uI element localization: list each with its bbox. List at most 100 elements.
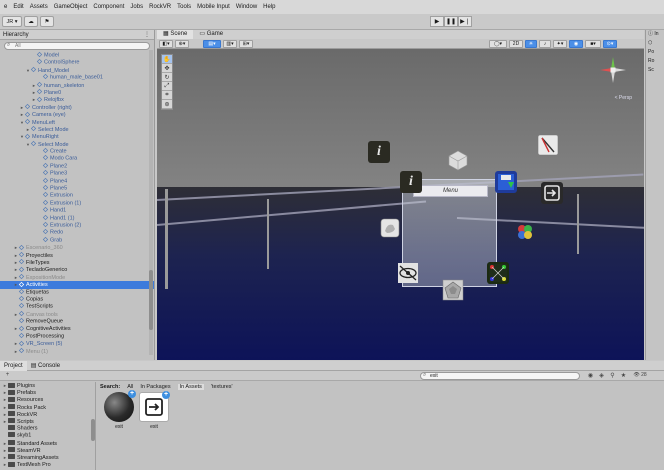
expand-arrow-icon[interactable]: ▼: [26, 141, 31, 148]
hierarchy-item[interactable]: RemoveQueue: [0, 317, 154, 325]
expand-arrow-icon[interactable]: ►: [14, 340, 19, 347]
account-button[interactable]: JR ▾: [2, 16, 22, 27]
snap-button[interactable]: ⊞▾: [239, 40, 253, 48]
exit-icon[interactable]: [541, 182, 563, 204]
menu-item-edit[interactable]: Edit: [13, 4, 23, 10]
hierarchy-item[interactable]: ► CognitiveActivities: [0, 325, 154, 332]
expand-arrow-icon[interactable]: ►: [14, 266, 19, 273]
hierarchy-item[interactable]: Redo: [0, 229, 154, 236]
draw-mode-button[interactable]: ⊕▾: [175, 40, 189, 48]
hierarchy-item[interactable]: Hand1 (1): [0, 214, 154, 222]
cube-icon[interactable]: [447, 149, 469, 171]
project-search-input[interactable]: exit: [420, 372, 580, 380]
menu-item-help[interactable]: Help: [263, 4, 275, 10]
orientation-gizmo-icon[interactable]: [598, 55, 628, 85]
folder-item[interactable]: ► RockVR: [0, 411, 95, 418]
hierarchy-item[interactable]: TestScripts: [0, 303, 154, 310]
inspector-title[interactable]: ⓘ In: [646, 30, 664, 39]
expand-arrow-icon[interactable]: ►: [20, 104, 25, 111]
folder-scrollbar[interactable]: [91, 419, 95, 441]
hierarchy-item[interactable]: human_male_base01: [0, 74, 154, 81]
filter-icon[interactable]: ⚲: [608, 372, 617, 380]
hierarchy-item[interactable]: Plane4: [0, 177, 154, 185]
audio-icon[interactable]: ♪: [539, 40, 551, 48]
play-icon[interactable]: ▶: [430, 16, 444, 27]
expand-arrow-icon[interactable]: ►: [14, 311, 19, 318]
info-icon[interactable]: i: [400, 171, 422, 193]
scale-tool-icon[interactable]: ⤢: [162, 82, 172, 91]
effects-button[interactable]: ✦▾: [553, 40, 567, 48]
perspective-label[interactable]: < Persp: [615, 95, 632, 101]
collab-icon[interactable]: ⚑: [40, 16, 54, 27]
folder-item[interactable]: ► Resources: [0, 396, 95, 403]
tab-game[interactable]: ▭ Game: [193, 30, 229, 39]
hierarchy-item[interactable]: ▼ Hand_Model: [0, 67, 154, 74]
folder-item[interactable]: ► StreamingAssets: [0, 454, 95, 461]
hierarchy-item[interactable]: Plane5: [0, 184, 154, 192]
folder-item[interactable]: ► Prefabs: [0, 389, 95, 396]
hierarchy-item[interactable]: ▼ MenuRight: [0, 133, 154, 140]
hierarchy-item[interactable]: ► human_skeleton: [0, 81, 154, 89]
menu-item-rockvr[interactable]: RockVR: [149, 4, 171, 10]
hierarchy-item[interactable]: ► Proyectiles: [0, 251, 154, 259]
hierarchy-item[interactable]: Plane2: [0, 162, 154, 170]
hierarchy-item[interactable]: ▼ Select Mode: [0, 141, 154, 148]
tab-scene[interactable]: ▦ Scene: [157, 30, 194, 39]
info-icon[interactable]: i: [368, 141, 390, 163]
move-tool-icon[interactable]: ✥: [162, 64, 172, 73]
asset-item[interactable]: + exit: [102, 390, 136, 430]
menu-item-component[interactable]: Component: [93, 4, 124, 10]
folder-item[interactable]: ► SteamVR: [0, 447, 95, 454]
global-button[interactable]: ▥▾: [223, 40, 237, 48]
drawing-compass-icon[interactable]: [537, 134, 559, 156]
hierarchy-item[interactable]: ControlSphere: [0, 59, 154, 66]
search-by-label-icon[interactable]: ◈: [597, 372, 606, 380]
hierarchy-item[interactable]: ▼ MenuLeft: [0, 118, 154, 126]
panel-menu-icon[interactable]: ⋮: [144, 31, 150, 38]
expand-arrow-icon[interactable]: ►: [14, 259, 19, 266]
expand-arrow-icon[interactable]: ►: [32, 96, 37, 103]
hierarchy-item[interactable]: Create: [0, 147, 154, 155]
hierarchy-item[interactable]: Etiquetas: [0, 288, 154, 296]
pause-icon[interactable]: ❚❚: [444, 16, 458, 27]
create-icon[interactable]: +: [3, 372, 12, 380]
hierarchy-item[interactable]: Model: [0, 51, 154, 59]
gizmo-sphere-button[interactable]: ◯▾: [489, 40, 507, 48]
expand-arrow-icon[interactable]: ▼: [20, 119, 25, 126]
menu-item-mobile-input[interactable]: Mobile Input: [197, 4, 230, 10]
color-palette-icon[interactable]: [514, 221, 536, 243]
rect-tool-icon[interactable]: ⌗: [162, 91, 172, 100]
save-icon[interactable]: [495, 171, 517, 193]
folder-item[interactable]: ► Plugins: [0, 382, 95, 389]
menu-item-window[interactable]: Window: [236, 4, 257, 10]
search-by-type-icon[interactable]: ◉: [586, 372, 595, 380]
folder-item[interactable]: Shaders: [0, 425, 95, 432]
hierarchy-item[interactable]: ► Camera (eye): [0, 111, 154, 118]
favorite-icon[interactable]: ★: [619, 372, 628, 380]
hierarchy-item[interactable]: Plane3: [0, 170, 154, 177]
hierarchy-item[interactable]: ► FileTypes: [0, 259, 154, 266]
hierarchy-item[interactable]: ► VR_Screen (5): [0, 340, 154, 347]
hierarchy-item[interactable]: ► TecladoGenerico: [0, 266, 154, 273]
expand-arrow-icon[interactable]: ►: [14, 274, 19, 281]
hierarchy-item[interactable]: Hand1: [0, 207, 154, 214]
tab-console[interactable]: ▤ Console: [27, 361, 64, 371]
share-icon[interactable]: [487, 262, 509, 284]
tab-project[interactable]: Project: [0, 360, 27, 371]
camera-button[interactable]: ■▾: [585, 40, 601, 48]
folder-item[interactable]: skyb1: [0, 432, 95, 439]
transform-tool-icon[interactable]: ⊛: [162, 100, 172, 109]
menu-item-e[interactable]: e: [4, 4, 7, 10]
expand-arrow-icon[interactable]: ►: [14, 325, 19, 332]
folder-item[interactable]: ► Scripts: [0, 418, 95, 425]
hierarchy-item[interactable]: ► ExpositionMode: [0, 274, 154, 281]
polyhedron-icon[interactable]: [442, 279, 464, 301]
expand-arrow-icon[interactable]: ►: [32, 82, 37, 89]
hierarchy-item[interactable]: ► Canvas tools: [0, 311, 154, 318]
folder-item[interactable]: ► Rocks Pack: [0, 404, 95, 411]
hierarchy-item[interactable]: Extrusion (2): [0, 221, 154, 229]
step-icon[interactable]: ▶❘: [458, 16, 472, 27]
asset-item[interactable]: + exit: [137, 391, 171, 430]
expand-arrow-icon[interactable]: ►: [14, 252, 19, 259]
hierarchy-search-input[interactable]: All: [4, 42, 150, 50]
